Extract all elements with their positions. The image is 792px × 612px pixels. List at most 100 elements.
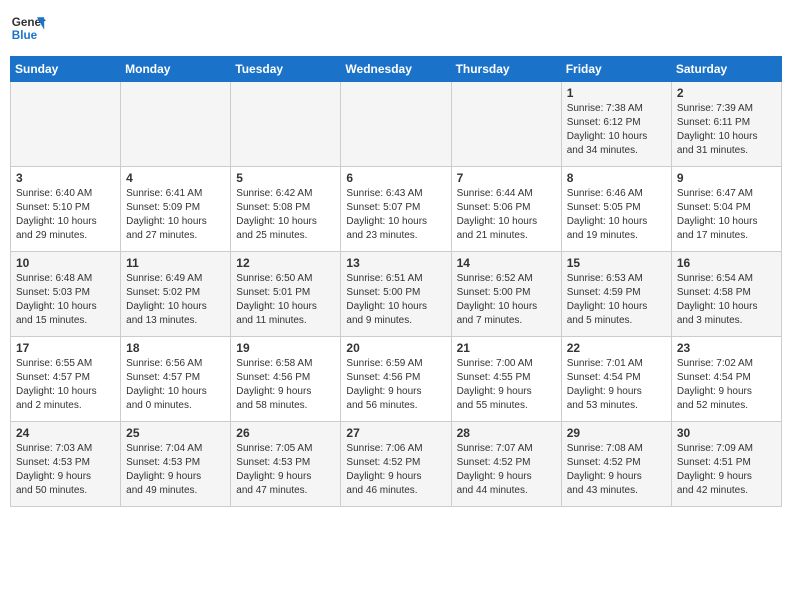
calendar-cell: 13 Sunrise: 6:51 AM Sunset: 5:00 PM Dayli… <box>341 252 451 337</box>
day-info: Sunrise: 6:58 AM Sunset: 4:56 PM Dayligh… <box>236 357 335 413</box>
weekday-header-row: SundayMondayTuesdayWednesdayThursdayFrid… <box>11 57 782 82</box>
day-info: Sunrise: 7:02 AM Sunset: 4:54 PM Dayligh… <box>677 357 776 413</box>
page-header: General Blue <box>10 10 782 46</box>
day-info: Sunrise: 6:40 AM Sunset: 5:10 PM Dayligh… <box>16 187 115 243</box>
day-number: 28 <box>457 426 556 440</box>
calendar-cell: 1 Sunrise: 7:38 AM Sunset: 6:12 PM Daylig… <box>561 82 671 167</box>
week-row-5: 24 Sunrise: 7:03 AM Sunset: 4:53 PM Dayli… <box>11 422 782 507</box>
day-info: Sunrise: 7:38 AM Sunset: 6:12 PM Dayligh… <box>567 102 666 158</box>
day-info: Sunrise: 7:08 AM Sunset: 4:52 PM Dayligh… <box>567 442 666 498</box>
day-number: 15 <box>567 256 666 270</box>
calendar-cell <box>341 82 451 167</box>
week-row-3: 10Sunrise: 6:48 AM Sunset: 5:03 PM Dayli… <box>11 252 782 337</box>
day-info: Sunrise: 7:09 AM Sunset: 4:51 PM Dayligh… <box>677 442 776 498</box>
calendar-cell <box>451 82 561 167</box>
weekday-header-thursday: Thursday <box>451 57 561 82</box>
day-number: 29 <box>567 426 666 440</box>
calendar-cell: 15 Sunrise: 6:53 AM Sunset: 4:59 PM Dayli… <box>561 252 671 337</box>
calendar-cell: 9 Sunrise: 6:47 AM Sunset: 5:04 PM Daylig… <box>671 167 781 252</box>
day-info: Sunrise: 6:53 AM Sunset: 4:59 PM Dayligh… <box>567 272 666 328</box>
calendar-cell: 8 Sunrise: 6:46 AM Sunset: 5:05 PM Daylig… <box>561 167 671 252</box>
calendar-cell <box>121 82 231 167</box>
day-info: Sunrise: 6:50 AM Sunset: 5:01 PM Dayligh… <box>236 272 335 328</box>
day-info: Sunrise: 7:39 AM Sunset: 6:11 PM Dayligh… <box>677 102 776 158</box>
day-info: Sunrise: 6:55 AM Sunset: 4:57 PM Dayligh… <box>16 357 115 413</box>
calendar-cell: 22Sunrise: 7:01 AM Sunset: 4:54 PM Dayli… <box>561 337 671 422</box>
day-info: Sunrise: 7:05 AM Sunset: 4:53 PM Dayligh… <box>236 442 335 498</box>
day-number: 24 <box>16 426 115 440</box>
week-row-2: 3 Sunrise: 6:40 AM Sunset: 5:10 PM Daylig… <box>11 167 782 252</box>
day-info: Sunrise: 7:04 AM Sunset: 4:53 PM Dayligh… <box>126 442 225 498</box>
calendar-cell: 29 Sunrise: 7:08 AM Sunset: 4:52 PM Dayli… <box>561 422 671 507</box>
calendar-cell: 11Sunrise: 6:49 AM Sunset: 5:02 PM Dayli… <box>121 252 231 337</box>
weekday-header-tuesday: Tuesday <box>231 57 341 82</box>
calendar-cell: 17 Sunrise: 6:55 AM Sunset: 4:57 PM Dayli… <box>11 337 121 422</box>
calendar-cell: 28 Sunrise: 7:07 AM Sunset: 4:52 PM Dayli… <box>451 422 561 507</box>
calendar-cell: 6Sunrise: 6:43 AM Sunset: 5:07 PM Daylig… <box>341 167 451 252</box>
day-number: 1 <box>567 86 666 100</box>
day-number: 8 <box>567 171 666 185</box>
day-info: Sunrise: 6:41 AM Sunset: 5:09 PM Dayligh… <box>126 187 225 243</box>
day-info: Sunrise: 6:46 AM Sunset: 5:05 PM Dayligh… <box>567 187 666 243</box>
calendar-cell: 21 Sunrise: 7:00 AM Sunset: 4:55 PM Dayli… <box>451 337 561 422</box>
day-info: Sunrise: 7:06 AM Sunset: 4:52 PM Dayligh… <box>346 442 445 498</box>
calendar-cell: 25Sunrise: 7:04 AM Sunset: 4:53 PM Dayli… <box>121 422 231 507</box>
day-info: Sunrise: 7:00 AM Sunset: 4:55 PM Dayligh… <box>457 357 556 413</box>
calendar-cell: 18 Sunrise: 6:56 AM Sunset: 4:57 PM Dayli… <box>121 337 231 422</box>
day-number: 11 <box>126 256 225 270</box>
weekday-header-sunday: Sunday <box>11 57 121 82</box>
day-info: Sunrise: 6:54 AM Sunset: 4:58 PM Dayligh… <box>677 272 776 328</box>
calendar-cell: 20 Sunrise: 6:59 AM Sunset: 4:56 PM Dayli… <box>341 337 451 422</box>
calendar-cell: 14 Sunrise: 6:52 AM Sunset: 5:00 PM Dayli… <box>451 252 561 337</box>
calendar-cell: 30 Sunrise: 7:09 AM Sunset: 4:51 PM Dayli… <box>671 422 781 507</box>
day-info: Sunrise: 6:51 AM Sunset: 5:00 PM Dayligh… <box>346 272 445 328</box>
calendar-cell: 5Sunrise: 6:42 AM Sunset: 5:08 PM Daylig… <box>231 167 341 252</box>
svg-text:Blue: Blue <box>12 29 38 42</box>
calendar-table: SundayMondayTuesdayWednesdayThursdayFrid… <box>10 56 782 507</box>
day-number: 23 <box>677 341 776 355</box>
day-info: Sunrise: 6:47 AM Sunset: 5:04 PM Dayligh… <box>677 187 776 243</box>
week-row-1: 1 Sunrise: 7:38 AM Sunset: 6:12 PM Daylig… <box>11 82 782 167</box>
calendar-cell: 3 Sunrise: 6:40 AM Sunset: 5:10 PM Daylig… <box>11 167 121 252</box>
day-number: 5 <box>236 171 335 185</box>
logo-icon: General Blue <box>10 10 46 46</box>
day-number: 17 <box>16 341 115 355</box>
calendar-cell: 16 Sunrise: 6:54 AM Sunset: 4:58 PM Dayli… <box>671 252 781 337</box>
day-info: Sunrise: 7:03 AM Sunset: 4:53 PM Dayligh… <box>16 442 115 498</box>
day-number: 30 <box>677 426 776 440</box>
day-number: 6 <box>346 171 445 185</box>
day-number: 7 <box>457 171 556 185</box>
calendar-cell <box>231 82 341 167</box>
day-number: 13 <box>346 256 445 270</box>
weekday-header-friday: Friday <box>561 57 671 82</box>
calendar-cell <box>11 82 121 167</box>
day-number: 21 <box>457 341 556 355</box>
day-info: Sunrise: 7:07 AM Sunset: 4:52 PM Dayligh… <box>457 442 556 498</box>
calendar-cell: 7 Sunrise: 6:44 AM Sunset: 5:06 PM Daylig… <box>451 167 561 252</box>
calendar-cell: 10Sunrise: 6:48 AM Sunset: 5:03 PM Dayli… <box>11 252 121 337</box>
day-number: 22 <box>567 341 666 355</box>
day-number: 16 <box>677 256 776 270</box>
day-number: 20 <box>346 341 445 355</box>
day-number: 19 <box>236 341 335 355</box>
day-number: 10 <box>16 256 115 270</box>
calendar-cell: 24 Sunrise: 7:03 AM Sunset: 4:53 PM Dayli… <box>11 422 121 507</box>
calendar-cell: 19 Sunrise: 6:58 AM Sunset: 4:56 PM Dayli… <box>231 337 341 422</box>
calendar-cell: 2 Sunrise: 7:39 AM Sunset: 6:11 PM Daylig… <box>671 82 781 167</box>
weekday-header-wednesday: Wednesday <box>341 57 451 82</box>
day-number: 9 <box>677 171 776 185</box>
day-number: 18 <box>126 341 225 355</box>
day-info: Sunrise: 6:52 AM Sunset: 5:00 PM Dayligh… <box>457 272 556 328</box>
calendar-cell: 4 Sunrise: 6:41 AM Sunset: 5:09 PM Daylig… <box>121 167 231 252</box>
day-info: Sunrise: 6:59 AM Sunset: 4:56 PM Dayligh… <box>346 357 445 413</box>
day-number: 3 <box>16 171 115 185</box>
weekday-header-monday: Monday <box>121 57 231 82</box>
calendar-cell: 12Sunrise: 6:50 AM Sunset: 5:01 PM Dayli… <box>231 252 341 337</box>
day-info: Sunrise: 6:44 AM Sunset: 5:06 PM Dayligh… <box>457 187 556 243</box>
day-number: 14 <box>457 256 556 270</box>
day-number: 2 <box>677 86 776 100</box>
day-number: 4 <box>126 171 225 185</box>
day-info: Sunrise: 6:56 AM Sunset: 4:57 PM Dayligh… <box>126 357 225 413</box>
calendar-cell: 23 Sunrise: 7:02 AM Sunset: 4:54 PM Dayli… <box>671 337 781 422</box>
calendar-cell: 27Sunrise: 7:06 AM Sunset: 4:52 PM Dayli… <box>341 422 451 507</box>
